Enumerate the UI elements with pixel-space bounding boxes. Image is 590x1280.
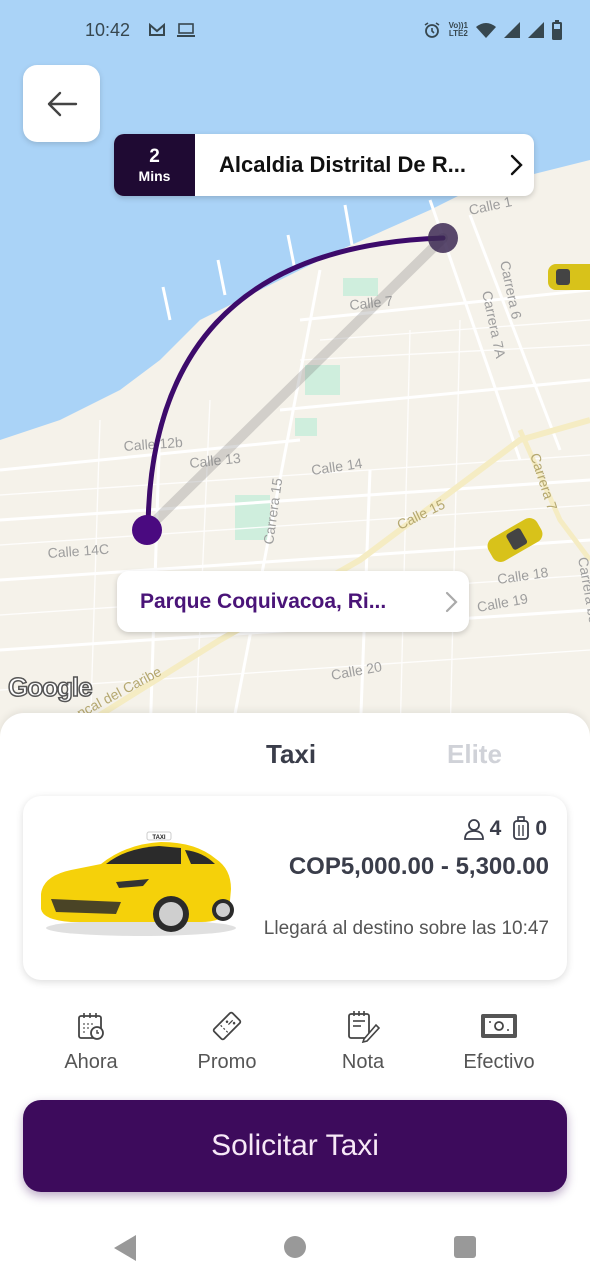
capacity-info: 4 0 — [462, 816, 547, 842]
signal-icon — [504, 22, 520, 38]
trip-options: Ahora Promo Nota Efectivo — [23, 1009, 567, 1074]
svg-text:Carrera 6: Carrera 6 — [497, 259, 525, 320]
eta-value: 2 — [149, 146, 160, 167]
option-label: Nota — [341, 1051, 385, 1073]
chevron-right-icon — [498, 154, 534, 176]
eta-badge: 2 Mins — [114, 134, 195, 196]
note-pencil-icon — [346, 1009, 380, 1043]
nav-recents-icon[interactable] — [454, 1236, 476, 1258]
svg-text:Carrera 15: Carrera 15 — [260, 477, 285, 546]
pickup-location-chip[interactable]: 2 Mins Alcaldia Distrital De R... — [114, 134, 534, 196]
taxi-marker — [548, 264, 590, 290]
taxi-car-image: TAXI — [41, 831, 236, 936]
option-promo[interactable]: Promo — [159, 1009, 295, 1074]
pickup-marker[interactable] — [428, 223, 458, 253]
ride-options-sheet: Taxi Elite TAXI 4 0 COP5,000.00 - 5,300.… — [0, 713, 590, 1280]
svg-text:Calle 14: Calle 14 — [310, 455, 363, 478]
laptop-icon — [177, 23, 195, 37]
option-note[interactable]: Nota — [295, 1009, 431, 1074]
pickup-address: Alcaldia Distrital De R... — [219, 152, 466, 177]
svg-text:Calle 1: Calle 1 — [467, 193, 513, 218]
nav-home-icon[interactable] — [284, 1236, 306, 1258]
tab-elite[interactable]: Elite — [447, 739, 502, 770]
nav-back-icon[interactable] — [114, 1235, 136, 1261]
destination-marker[interactable] — [132, 515, 162, 545]
status-bar: 10:42 Vo))1 LTE2 — [0, 0, 590, 60]
alarm-icon — [424, 22, 440, 38]
wifi-icon — [476, 23, 496, 38]
luggage-count: 0 — [535, 817, 547, 840]
luggage-icon — [513, 816, 530, 840]
svg-text:TAXI: TAXI — [152, 835, 166, 841]
vehicle-card[interactable]: TAXI 4 0 COP5,000.00 - 5,300.00 Llegará … — [23, 796, 567, 980]
google-logo: Google — [7, 671, 93, 703]
back-button[interactable] — [23, 65, 100, 142]
park-area — [295, 418, 317, 436]
option-schedule[interactable]: Ahora — [23, 1009, 159, 1074]
request-taxi-button[interactable]: Solicitar Taxi — [23, 1100, 567, 1192]
android-nav-bar — [0, 1210, 590, 1280]
eta-unit: Mins — [138, 168, 171, 184]
park-area — [343, 278, 378, 296]
status-time: 10:42 — [85, 20, 131, 40]
svg-text:Calle 20: Calle 20 — [330, 658, 384, 683]
service-tabs: Taxi Elite — [0, 739, 590, 779]
option-payment[interactable]: Efectivo — [431, 1009, 567, 1074]
gmail-icon — [149, 22, 165, 36]
svg-text:Carrera be: Carrera be — [575, 556, 590, 625]
arrow-left-icon — [47, 91, 77, 116]
option-label: Efectivo — [463, 1051, 535, 1073]
tab-taxi[interactable]: Taxi — [266, 739, 316, 770]
svg-text:Calle 14C: Calle 14C — [47, 541, 109, 561]
person-icon — [463, 819, 484, 840]
fare-estimate: COP5,000.00 - 5,300.00 — [288, 853, 549, 880]
cash-icon — [480, 1009, 518, 1043]
destination-location-chip[interactable]: Parque Coquivacoa, Ri... — [117, 571, 469, 632]
option-label: Promo — [197, 1051, 257, 1073]
svg-text:Calle 18: Calle 18 — [496, 564, 549, 587]
calendar-clock-icon — [76, 1009, 106, 1043]
svg-text:Calle 19: Calle 19 — [476, 590, 530, 615]
signal-icon — [528, 22, 544, 38]
taxi-marker — [487, 518, 543, 562]
coupon-icon — [210, 1009, 244, 1043]
passenger-count: 4 — [489, 817, 502, 840]
arrival-estimate: Llegará al destino sobre las 10:47 — [263, 918, 549, 939]
option-label: Ahora — [64, 1051, 118, 1073]
chevron-right-icon — [433, 591, 469, 613]
destination-address: Parque Coquivacoa, Ri... — [140, 589, 387, 613]
battery-icon — [552, 20, 562, 40]
svg-text:Calle 15: Calle 15 — [394, 496, 447, 533]
volte-icon: Vo))1 LTE2 — [448, 21, 468, 38]
